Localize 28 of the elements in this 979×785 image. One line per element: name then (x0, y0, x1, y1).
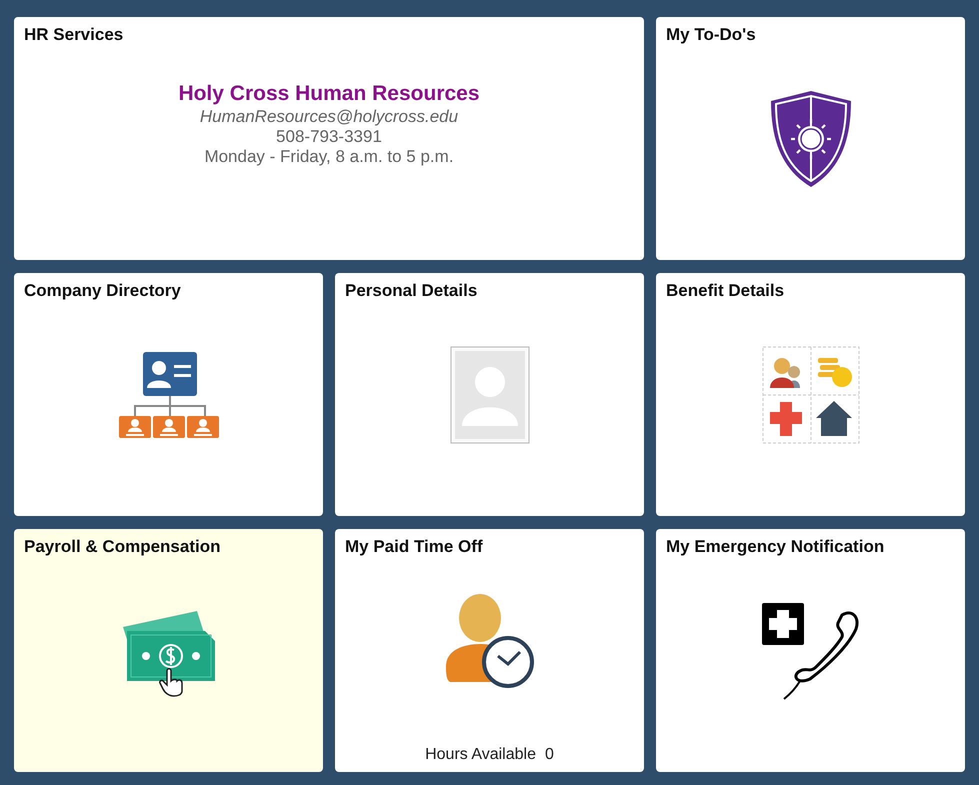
tile-title: Payroll & Compensation (24, 537, 220, 557)
tile-title: My Paid Time Off (345, 537, 483, 557)
tile-title: My To-Do's (666, 25, 756, 45)
hours-label: Hours Available (425, 746, 536, 764)
org-chart-icon (116, 350, 220, 440)
person-clock-icon (444, 594, 536, 690)
tile-title: Benefit Details (666, 281, 784, 301)
contact-name: Holy Cross Human Resources (178, 80, 480, 106)
contact-hours: Monday - Friday, 8 a.m. to 5 p.m. (204, 146, 454, 166)
tile[interactable]: My Paid Time Off Hours Available 0 (335, 529, 644, 772)
emergency-phone-icon (760, 600, 862, 700)
tile-title: My Emergency Notification (666, 537, 884, 557)
tile[interactable]: My To-Do's (656, 17, 965, 260)
tile-title: HR Services (24, 25, 124, 45)
tile[interactable]: HR Services Holy Cross Human Resources HumanResources@holycross.edu 508-793-3391 Monday - Friday, 8 a.m. to 5 p.m. (14, 17, 644, 260)
benefits-icon (762, 346, 860, 444)
tile-title: Company Directory (24, 281, 181, 301)
person-placeholder-icon (450, 346, 530, 444)
tile[interactable]: Benefit Details (656, 273, 965, 516)
hours-value: 0 (544, 746, 554, 764)
tile[interactable]: My Emergency Notification (656, 529, 965, 772)
tile-title: Personal Details (345, 281, 478, 301)
contact-phone: 508-793-3391 (276, 126, 382, 146)
shield-icon (768, 88, 852, 188)
tile[interactable]: Company Directory (14, 273, 323, 516)
tile[interactable]: Personal Details (335, 273, 644, 516)
tile[interactable]: Payroll & Compensation (14, 529, 323, 772)
contact-email: HumanResources@holycross.edu (200, 106, 458, 126)
